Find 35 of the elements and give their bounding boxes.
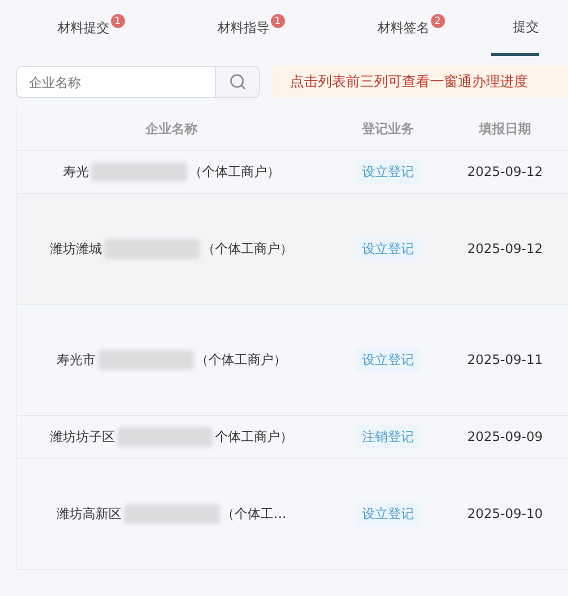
- date-cell: 2025-09-09: [467, 430, 543, 444]
- business-tag: 设立登记: [356, 502, 420, 526]
- date-cell: 2025-09-11: [467, 352, 543, 368]
- company-name: 潍坊坊子区: [50, 429, 115, 446]
- company-name: 潍坊潍城: [50, 241, 102, 258]
- business-tag: 设立登记: [356, 237, 420, 261]
- company-type: （个体工…: [222, 506, 286, 523]
- business-tag: 设立登记: [356, 348, 420, 372]
- company-type: （个体工商户）: [189, 164, 280, 181]
- column-header: 登记业务: [360, 121, 415, 138]
- tab[interactable]: 提交: [491, 0, 539, 56]
- company-type: 个体工商户）: [215, 429, 293, 446]
- search-button[interactable]: [215, 67, 259, 97]
- date-cell: 2025-09-10: [467, 506, 543, 522]
- count-badge: 1: [270, 14, 284, 28]
- company-name: 寿光市: [56, 352, 96, 369]
- tab[interactable]: 材料指导 1: [171, 0, 331, 56]
- company-type: （个体工商户）: [202, 241, 293, 258]
- tab[interactable]: 材料提交 1: [11, 0, 171, 56]
- count-badge: 2: [430, 14, 444, 28]
- company-name: 寿光: [63, 164, 89, 181]
- company-name: 潍坊高新区: [56, 506, 122, 523]
- column-header: 企业名称: [144, 121, 198, 138]
- search-input[interactable]: 企业名称: [17, 67, 215, 97]
- date-cell: 2025-09-12: [467, 242, 543, 256]
- company-type: （个体工商户）: [196, 352, 286, 369]
- date-cell: 2025-09-12: [467, 164, 543, 180]
- tab[interactable]: 材料签名 2: [331, 0, 491, 56]
- column-header: 填报日期: [478, 121, 532, 138]
- search-field[interactable]: 企业名称: [16, 66, 260, 98]
- notice-banner: 点击列表前三列可查看一窗通办理进度: [272, 66, 568, 98]
- business-tag: 注销登记: [356, 425, 420, 449]
- count-badge: 1: [110, 14, 124, 28]
- search-icon: [228, 73, 246, 91]
- business-tag: 设立登记: [356, 160, 420, 184]
